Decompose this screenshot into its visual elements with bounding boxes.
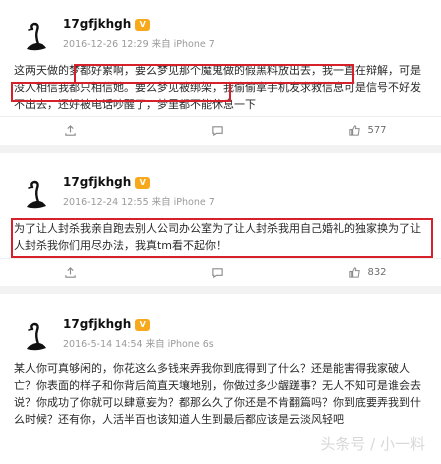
thumbs-up-icon [349, 124, 361, 136]
avatar[interactable] [16, 18, 54, 56]
username[interactable]: 17gfjkhgh V [63, 317, 151, 331]
post-text: 某人你可真够闲的，你花这么多钱来弄我你到底得到了什么？还是能害得我家破人亡？你表… [14, 362, 421, 426]
vip-badge-icon: V [135, 318, 151, 331]
username[interactable]: 17gfjkhgh V [63, 175, 151, 189]
vip-badge-icon: V [135, 18, 151, 31]
avatar[interactable] [16, 176, 54, 214]
swan-avatar-icon [27, 322, 46, 351]
action-bar: 832 [0, 258, 441, 285]
comment-icon [212, 125, 223, 136]
action-bar: 577 [0, 116, 441, 143]
thumbs-up-icon [349, 266, 361, 278]
like-button[interactable]: 832 [294, 266, 441, 279]
divider [0, 286, 441, 294]
share-button[interactable] [0, 266, 147, 279]
highlight-box [11, 82, 231, 102]
username[interactable]: 17gfjkhgh V [63, 17, 151, 31]
post-meta: 2016-12-24 12:55 来自 iPhone 7 [63, 197, 215, 208]
watermark: 头条号 / 小一料 [320, 435, 425, 453]
vip-badge-icon: V [135, 176, 151, 189]
like-count: 832 [367, 266, 387, 278]
highlight-box [74, 64, 354, 84]
share-button[interactable] [0, 124, 147, 137]
avatar[interactable] [16, 318, 54, 356]
post-2: 17gfjkhgh V 2016-12-24 12:55 来自 iPhone 7 … [0, 158, 441, 284]
swan-avatar-icon [27, 22, 46, 51]
highlight-box [11, 218, 433, 258]
comment-button[interactable] [147, 124, 294, 137]
like-count: 577 [367, 124, 387, 136]
share-icon [65, 124, 76, 136]
swan-avatar-icon [27, 180, 46, 209]
post-meta: 2016-5-14 14:54 来自 iPhone 6s [63, 339, 214, 350]
divider [0, 145, 441, 153]
share-icon [65, 266, 76, 278]
post-meta: 2016-12-26 12:29 来自 iPhone 7 [63, 39, 215, 50]
like-button[interactable]: 577 [294, 124, 441, 137]
post-1: 17gfjkhgh V 2016-12-26 12:29 来自 iPhone 7 … [0, 0, 441, 145]
comment-icon [212, 267, 223, 278]
comment-button[interactable] [147, 266, 294, 279]
